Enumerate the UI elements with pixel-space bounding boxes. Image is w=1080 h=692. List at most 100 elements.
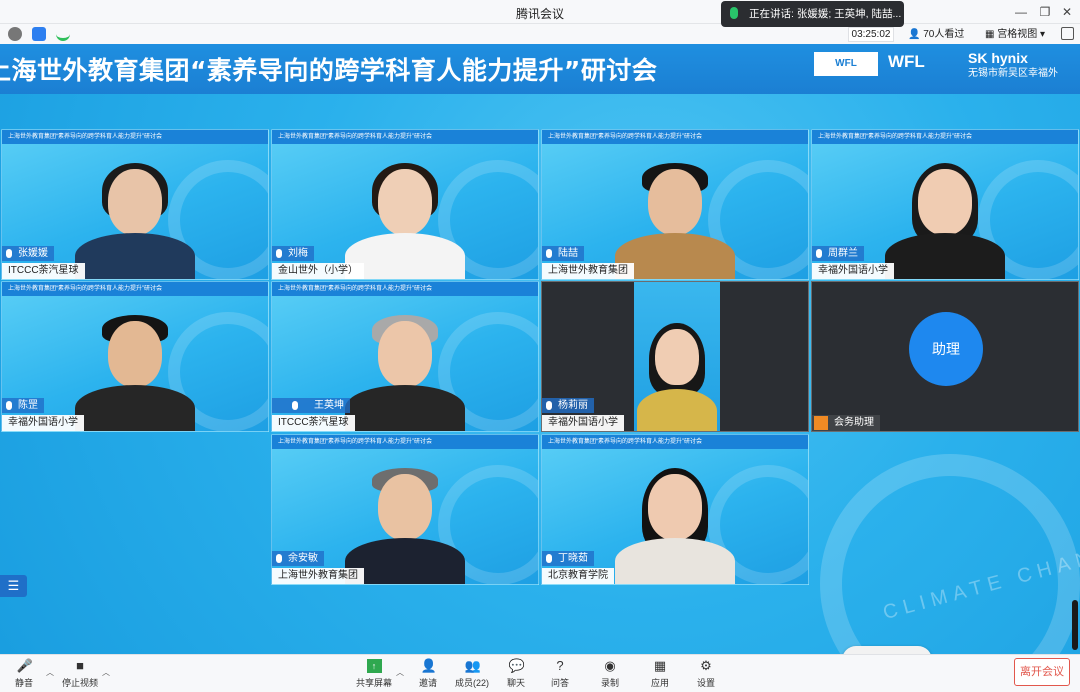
logo-wfl: WFL	[888, 50, 925, 74]
name-text: 王英坤	[314, 400, 344, 411]
viewers-label: 70人看过	[923, 29, 965, 40]
video-tile[interactable]: 上海世外教育集团“素养导向的跨学科育人能力提升”研讨会 刘梅 金山世外（小学）	[271, 129, 539, 280]
body	[885, 233, 1005, 279]
fullscreen-icon[interactable]	[1061, 27, 1074, 40]
user-icon	[814, 416, 828, 430]
participant-name: 刘梅	[272, 246, 314, 261]
shield-icon[interactable]	[32, 27, 46, 41]
face	[108, 321, 162, 387]
stop-video-button[interactable]: ■ 停止视频	[60, 657, 100, 691]
close-icon[interactable]: ✕	[1058, 3, 1076, 21]
speaking-label: 正在讲话: 张媛媛; 王英坤, 陆喆...	[749, 8, 902, 20]
apps-button[interactable]: ▦ 应用	[640, 657, 680, 691]
participant-video	[345, 466, 465, 584]
logo-sk-hynix: SK hynix 无锡市新吴区幸福外	[968, 50, 1058, 82]
name-text: 陈罡	[18, 400, 38, 411]
video-tile[interactable]: 上海世外教育集团“素养导向的跨学科育人能力提升”研讨会 陆喆 上海世外教育集团	[541, 129, 809, 280]
body	[637, 389, 717, 431]
mic-icon	[6, 401, 12, 410]
chevron-up-icon[interactable]: ︿	[102, 667, 110, 678]
mic-icon	[816, 249, 822, 258]
record-icon: ◉	[604, 658, 616, 673]
participant-org: 幸福外国语小学	[542, 415, 624, 431]
logo-sk-main: SK hynix	[968, 50, 1028, 66]
name-text: 余安敏	[288, 553, 318, 564]
info-icon[interactable]	[8, 27, 22, 41]
name-text: 张媛媛	[18, 248, 48, 259]
meeting-timer: 03:25:02	[848, 27, 894, 42]
viewers-count[interactable]: 👤 70人看过	[908, 27, 964, 42]
chat-button[interactable]: 💬 聊天	[496, 657, 536, 691]
participant-list-button[interactable]: ☰	[0, 575, 27, 597]
invite-button[interactable]: 👤 邀请	[408, 657, 448, 691]
apps-label: 应用	[650, 678, 669, 688]
face	[918, 169, 972, 235]
participant-name: 余安敏	[272, 551, 324, 566]
members-button[interactable]: 👥 成员(22)	[452, 657, 492, 691]
tile-header: 上海世外教育集团“素养导向的跨学科育人能力提升”研讨会	[812, 130, 1078, 144]
video-tile-assistant[interactable]: 助理 会务助理	[811, 281, 1079, 432]
participant-video	[345, 161, 465, 279]
view-mode-button[interactable]: ▦ 宫格视图 ▾	[985, 27, 1045, 42]
video-tile[interactable]: 上海世外教育集团“素养导向的跨学科育人能力提升”研讨会 丁晓茹 北京教育学院	[541, 434, 809, 585]
participant-video	[75, 161, 195, 279]
invite-label: 邀请	[418, 678, 437, 688]
signal-icon[interactable]	[56, 27, 70, 41]
video-tile[interactable]: 上海世外教育集团“素养导向的跨学科育人能力提升”研讨会 余安敏 上海世外教育集团	[271, 434, 539, 585]
logo-sk-sub: 无锡市新吴区幸福外	[968, 68, 1058, 79]
chat-icon: 💬	[508, 658, 525, 673]
stop-video-label: 停止视频	[61, 678, 98, 688]
tile-header: 上海世外教育集团“素养导向的跨学科育人能力提升”研讨会	[542, 130, 808, 144]
settings-button[interactable]: ⚙ 设置	[686, 657, 726, 691]
scrollbar[interactable]	[1072, 600, 1078, 650]
body	[75, 385, 195, 431]
participant-org: 上海世外教育集团	[542, 263, 634, 279]
face	[378, 169, 432, 235]
face	[108, 169, 162, 235]
participant-org: ITCCC荼汽星球	[272, 415, 355, 431]
participant-video-inner	[634, 282, 720, 431]
mic-icon	[292, 401, 298, 410]
tile-header: 上海世外教育集团“素养导向的跨学科育人能力提升”研讨会	[2, 130, 268, 144]
face	[378, 321, 432, 387]
video-tile[interactable]: 上海世外教育集团“素养导向的跨学科育人能力提升”研讨会 陈罡 幸福外国语小学	[1, 281, 269, 432]
name-text: 杨莉丽	[558, 400, 588, 411]
record-button[interactable]: ◉ 录制	[590, 657, 630, 691]
mute-button[interactable]: 🎤 静音	[4, 657, 44, 691]
chevron-up-icon[interactable]: ︿	[46, 667, 54, 678]
title-bar: 腾讯会议 — ❐ ✕	[0, 0, 1080, 24]
participant-org: 幸福外国语小学	[2, 415, 84, 431]
assistant-avatar: 助理	[909, 312, 983, 386]
qa-button[interactable]: ? 问答	[540, 657, 580, 691]
mic-icon	[546, 401, 552, 410]
settings-label: 设置	[696, 678, 715, 688]
participant-name: 张媛媛	[2, 246, 54, 261]
microphone-icon: 🎤	[16, 658, 33, 673]
chat-label: 聊天	[506, 678, 525, 688]
body	[345, 385, 465, 431]
video-tile[interactable]: 杨莉丽 幸福外国语小学	[541, 281, 809, 432]
participant-name: 陈罡	[2, 398, 44, 413]
mic-icon	[276, 249, 282, 258]
participant-org: 幸福外国语小学	[812, 263, 894, 279]
participant-org: ITCCC荼汽星球	[2, 263, 85, 279]
mic-icon	[276, 554, 282, 563]
video-tile[interactable]: 上海世外教育集团“素养导向的跨学科育人能力提升”研讨会 周群兰 幸福外国语小学	[811, 129, 1079, 280]
face	[378, 474, 432, 540]
video-tile[interactable]: 上海世外教育集团“素养导向的跨学科育人能力提升”研讨会 王英坤 ITCCC荼汽星…	[271, 281, 539, 432]
apps-icon: ▦	[653, 658, 667, 673]
qa-label: 问答	[550, 678, 569, 688]
name-text: 周群兰	[828, 248, 858, 259]
tile-header: 上海世外教育集团“素养导向的跨学科育人能力提升”研讨会	[272, 435, 538, 449]
restore-icon[interactable]: ❐	[1036, 3, 1054, 21]
leave-meeting-button[interactable]: 离开会议	[1014, 658, 1070, 686]
minimize-icon[interactable]: —	[1012, 3, 1030, 21]
participant-video	[345, 313, 465, 431]
participant-org: 金山世外（小学）	[272, 263, 364, 279]
add-user-icon: 👤	[420, 658, 437, 673]
participant-org: 北京教育学院	[542, 568, 614, 584]
video-tile[interactable]: 上海世外教育集团“素养导向的跨学科育人能力提升”研讨会 张媛媛 ITCCC荼汽星…	[1, 129, 269, 280]
logo-1-text: WFL	[835, 58, 857, 69]
chevron-up-icon[interactable]: ︿	[396, 667, 404, 678]
share-screen-button[interactable]: ↑ 共享屏幕	[354, 657, 394, 691]
